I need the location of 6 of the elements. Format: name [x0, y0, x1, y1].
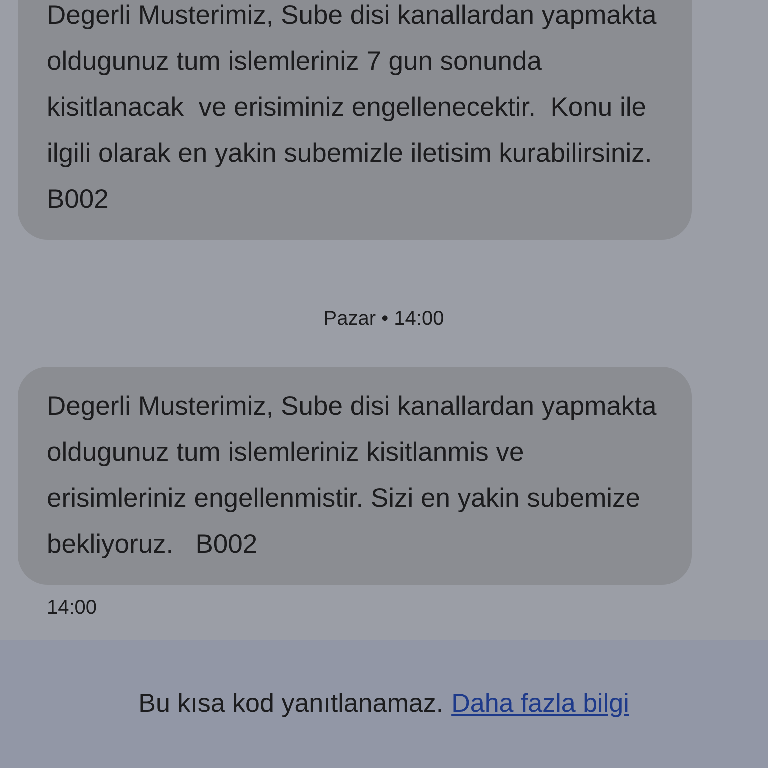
message-bubble: Degerli Musterimiz, Sube disi kanallardan yapmakta oldugunuz tum islemleriniz kisitlanmis ve erisimleriniz engellenmistir. Sizi en yakin subemize bekliyoruz. B002 [18, 367, 692, 585]
date-header: Pazar • 14:00 [324, 308, 444, 331]
message-bubble: Degerli Musterimiz, Sube disi kanallardan yapmakta oldugunuz tum islemleriniz 7 gun sonunda kisitlanacak ve erisiminiz engellenecektir. Konu ile ilgili olarak en yakin subemizle iletisim kurabilirsiniz. B002 [18, 0, 692, 240]
notice-text: Bu kısa kod yanıtlanamaz. [138, 688, 444, 718]
more-info-link[interactable]: Daha fazla bilgi [452, 688, 630, 718]
message-time: 14:00 [47, 597, 98, 620]
